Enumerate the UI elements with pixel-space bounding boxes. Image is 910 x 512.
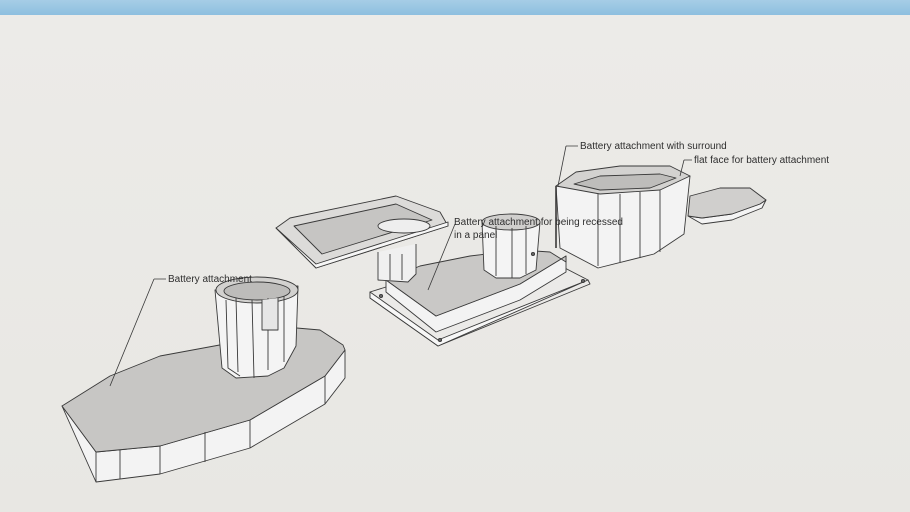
- label-battery-attachment: Battery attachment: [168, 274, 252, 285]
- label-flat-face: flat face for battery attachment: [694, 155, 830, 166]
- label-with-surround: Battery attachment with surround: [580, 141, 727, 152]
- flat-face-plate-model: [687, 187, 767, 225]
- label-recessed-panel: Battery attachment for being recessed in…: [454, 217, 623, 241]
- model-scene: [61, 145, 767, 483]
- battery-attachment-model: [61, 276, 346, 483]
